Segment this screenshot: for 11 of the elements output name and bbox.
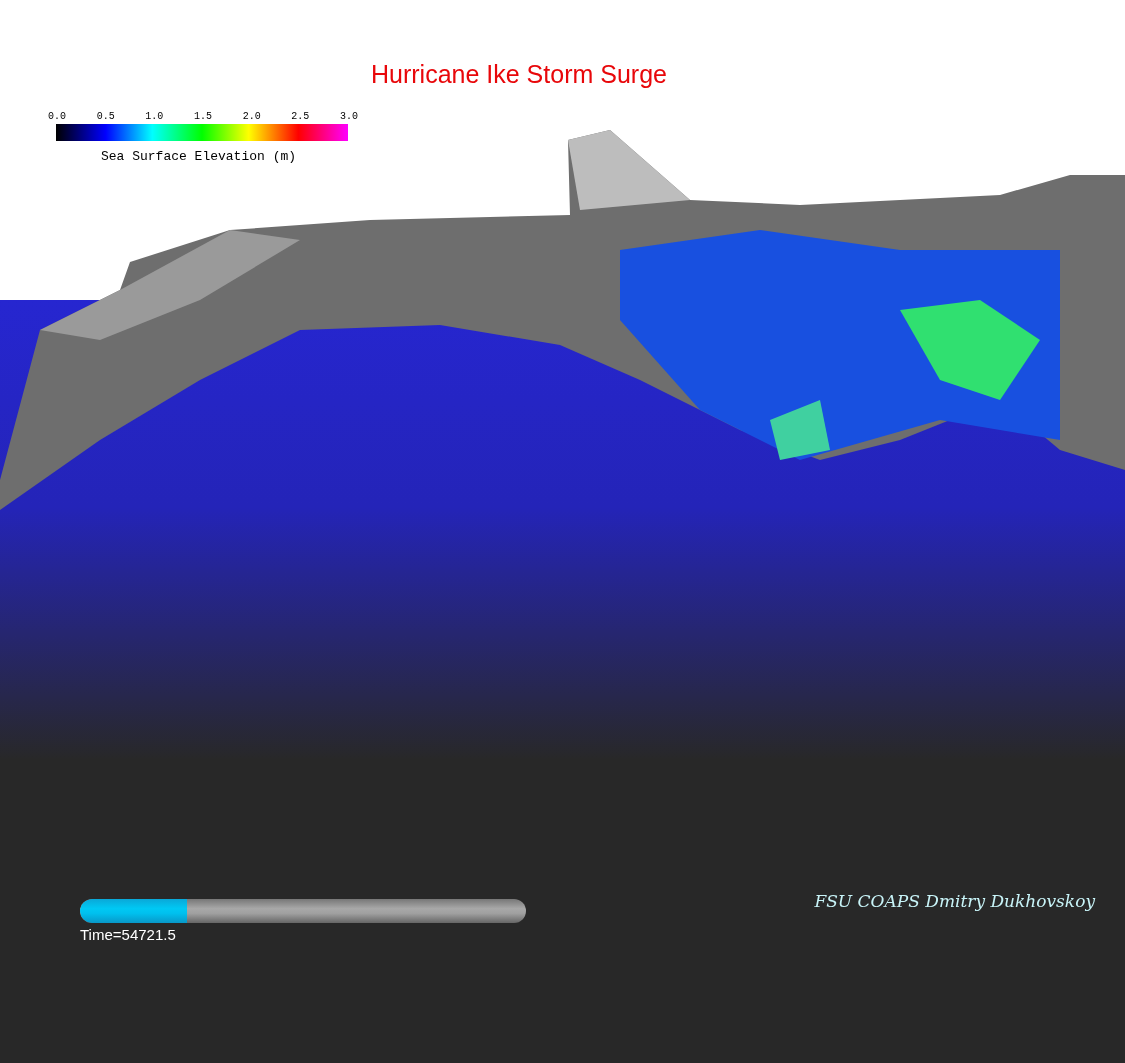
colorbar-tick-label: 3.0 [339,111,358,122]
colorbar-tick-label: 1.5 [193,111,212,122]
chart-title: Hurricane Ike Storm Surge [371,60,667,89]
colorbar-tick-label: 0.5 [96,111,115,122]
colorbar-tick-label: 0.0 [48,111,66,122]
colorbar-tick-label: 1.0 [145,111,164,122]
colorbar-label: Sea Surface Elevation (m) [101,149,298,164]
colorbar-tick-label: 2.5 [291,111,310,122]
colorbar-tick-label: 2.0 [242,111,261,122]
credit-text: FSU COAPS Dmitry Dukhovskoy [814,891,1095,911]
time-caption: Time=54721.5 [80,926,177,943]
